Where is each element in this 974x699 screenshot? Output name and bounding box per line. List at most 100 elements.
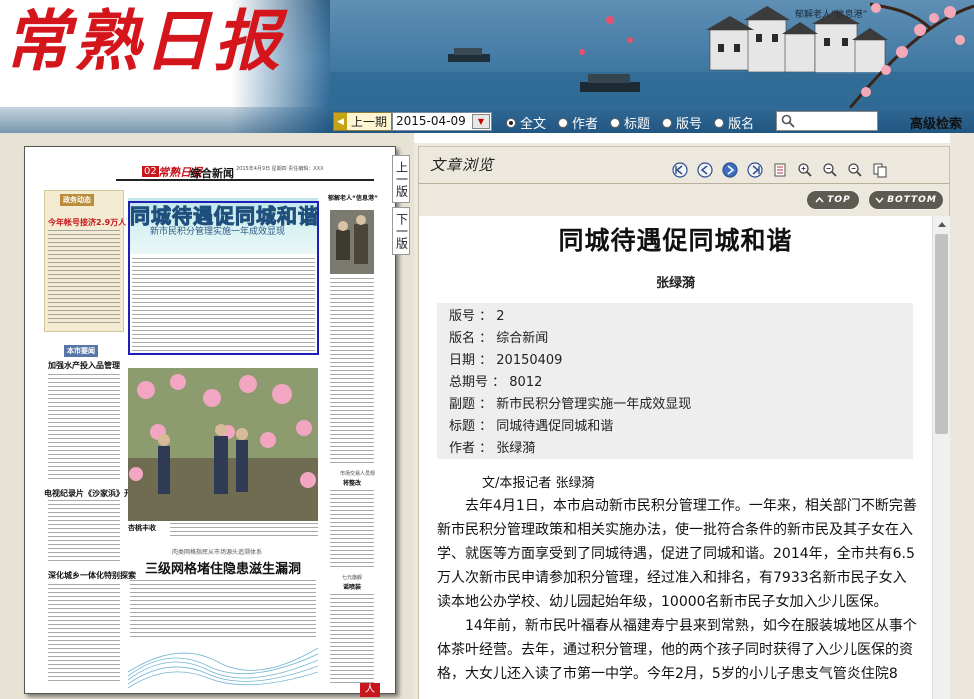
scroll-bottom-button[interactable]: BOTTOM bbox=[868, 190, 944, 210]
last-page-icon[interactable] bbox=[745, 160, 764, 179]
np-photo-blossom[interactable] bbox=[128, 368, 318, 521]
scroll-up-arrow-icon[interactable] bbox=[933, 216, 951, 232]
zoom-out-icon[interactable] bbox=[820, 160, 839, 179]
search-input[interactable] bbox=[776, 111, 878, 131]
np-text-block bbox=[48, 500, 120, 562]
np-left-headline-2[interactable]: 加强水产投入品管理 bbox=[48, 360, 120, 371]
meta-value: 综合新闻 bbox=[496, 331, 549, 346]
radio-label: 版名 bbox=[728, 117, 755, 132]
meta-row: 版号 ： 2 bbox=[449, 309, 505, 324]
article-scrollbar[interactable] bbox=[932, 216, 950, 699]
first-page-icon[interactable] bbox=[670, 160, 689, 179]
np-bottom-kicker: 肉类网格指挥从市场源头追溯体系 bbox=[172, 549, 263, 556]
meta-key: 标题 bbox=[449, 419, 476, 434]
radio-label: 标题 bbox=[624, 117, 651, 132]
radio-dot-icon bbox=[610, 117, 621, 128]
np-editors: 2015年4月9日 星期四 责任编辑：XXX bbox=[236, 166, 324, 172]
article-title: 同城待遇促同城和谐 bbox=[558, 226, 793, 255]
meta-row: 总期号 ： 8012 bbox=[449, 375, 543, 390]
np-bottom-headline[interactable]: 三级网格堵住隐患滋生漏洞 bbox=[145, 558, 301, 577]
article-paragraph: 去年4月1日，本市启动新市民积分管理工作。一年来，相关部门不断完善新市民积分管理… bbox=[437, 498, 917, 610]
chevron-down-icon bbox=[875, 197, 884, 203]
meta-value: 张绿漪 bbox=[496, 441, 536, 456]
meta-row: 作者 ： 张绿漪 bbox=[449, 441, 536, 456]
radio-dot-icon bbox=[558, 117, 569, 128]
meta-row: 标题 ： 同城待遇促同城和谐 bbox=[449, 419, 614, 434]
meta-row: 版名 ： 综合新闻 bbox=[449, 331, 549, 346]
article-author: 张绿漪 bbox=[655, 276, 695, 291]
np-left-headline-3[interactable]: 电视纪录片《沙家浜》开拍 bbox=[44, 488, 140, 499]
meta-key: 版名 bbox=[449, 331, 476, 346]
radio-dot-icon bbox=[714, 117, 725, 128]
banner-scenery bbox=[330, 0, 974, 110]
np-section-name: 综合新闻 bbox=[190, 167, 234, 180]
np-left-tag: 政务动态 bbox=[60, 194, 94, 206]
article-content: 同城待遇促同城和谐 张绿漪 版号 ： 2 版名 ： 综合新闻 日期 ： 2015… bbox=[419, 216, 932, 699]
radio-page-number[interactable]: 版号 bbox=[662, 113, 702, 132]
radio-dot-icon bbox=[662, 117, 673, 128]
app-root: 常熟日报 郁解老人“信息港” ◀ 上一期 2015-04-09 ▼ 全文 作者 … bbox=[0, 0, 974, 699]
np-text-block bbox=[170, 523, 318, 537]
selected-article-outline[interactable] bbox=[128, 201, 319, 355]
np-text-block bbox=[330, 490, 374, 570]
article-byline: 文/本报记者 张绿漪 bbox=[482, 476, 595, 491]
next-page-button[interactable]: 下一版 bbox=[392, 207, 410, 255]
viewer-divider bbox=[418, 183, 950, 184]
np-right-sub3[interactable]: 谣喷装 bbox=[343, 582, 361, 591]
np-wave-graphic bbox=[128, 647, 318, 689]
np-left-tag-2: 本市要闻 bbox=[64, 345, 98, 357]
np-right-photo bbox=[330, 210, 374, 274]
radio-author[interactable]: 作者 bbox=[558, 113, 598, 132]
scrollbar-thumb[interactable] bbox=[935, 234, 948, 434]
radio-fulltext[interactable]: 全文 bbox=[506, 113, 546, 132]
newspaper-logo[interactable]: 常熟日报 bbox=[4, 8, 284, 74]
np-right-sub[interactable]: 将整改 bbox=[343, 478, 361, 487]
np-text-block bbox=[48, 584, 120, 684]
np-right-heading[interactable]: 郁解老人“信息港” bbox=[328, 193, 378, 202]
copy-icon[interactable] bbox=[870, 160, 889, 179]
meta-value: 同城待遇促同城和谐 bbox=[496, 419, 614, 434]
meta-row: 副题 ： 新市民积分管理实施一年成效显现 bbox=[449, 397, 692, 412]
radio-label: 作者 bbox=[572, 117, 599, 132]
np-text-block bbox=[330, 594, 374, 684]
viewer-title: 文章浏览 bbox=[430, 156, 495, 174]
prev-period-button[interactable]: ◀ 上一期 bbox=[333, 112, 393, 131]
radio-title[interactable]: 标题 bbox=[610, 113, 650, 132]
search-scope-radios: 全文 作者 标题 版号 版名 bbox=[506, 113, 754, 132]
np-right-kicker: 市场交易人员规 bbox=[340, 471, 376, 477]
corner-tag[interactable]: 人 bbox=[360, 683, 380, 697]
calendar-dropdown-icon[interactable]: ▼ bbox=[472, 114, 490, 129]
np-page-number: 02 bbox=[142, 166, 159, 177]
next-icon[interactable] bbox=[720, 160, 739, 179]
meta-value: 2 bbox=[496, 309, 505, 324]
np-text-block bbox=[330, 278, 374, 464]
article-paragraph: 14年前，新市民叶福春从福建寿宁县来到常熟，如今在服装城地区从事个体茶叶经营。去… bbox=[437, 618, 917, 682]
viewer-toolbar bbox=[670, 160, 889, 179]
notes-icon[interactable] bbox=[770, 160, 789, 179]
chevron-up-icon bbox=[815, 197, 824, 203]
scroll-top-label: TOP bbox=[827, 195, 851, 205]
banner-tagline: 郁解老人“信息港” bbox=[795, 10, 868, 20]
meta-value: 8012 bbox=[509, 375, 543, 390]
radio-dot-icon bbox=[506, 117, 516, 128]
scroll-bottom-label: BOTTOM bbox=[887, 195, 937, 205]
advanced-search-link[interactable]: 高级检索 bbox=[910, 113, 962, 132]
date-value: 2015-04-09 bbox=[396, 114, 466, 128]
zoom-reset-icon[interactable] bbox=[845, 160, 864, 179]
scroll-top-button[interactable]: TOP bbox=[806, 190, 860, 210]
meta-value: 新市民积分管理实施一年成效显现 bbox=[496, 397, 692, 412]
prev-page-button[interactable]: 上一版 bbox=[392, 155, 410, 203]
radio-page-name[interactable]: 版名 bbox=[714, 113, 754, 132]
article-meta-box: 版号 ： 2 版名 ： 综合新闻 日期 ： 20150409 总期号 ： 801… bbox=[437, 303, 913, 459]
zoom-in-icon[interactable] bbox=[795, 160, 814, 179]
np-left-headline-1[interactable]: 今年帐号接济2.9万人 bbox=[48, 217, 126, 228]
prev-icon[interactable] bbox=[695, 160, 714, 179]
meta-key: 总期号 bbox=[449, 375, 489, 390]
meta-key: 日期 bbox=[449, 353, 476, 368]
search-icon[interactable] bbox=[781, 114, 795, 128]
date-select[interactable]: 2015-04-09 ▼ bbox=[392, 112, 492, 131]
meta-row: 日期 ： 20150409 bbox=[449, 353, 563, 368]
np-text-block bbox=[48, 230, 120, 326]
right-edge bbox=[950, 133, 974, 699]
np-left-headline-4[interactable]: 深化城乡一体化特别探索 bbox=[48, 570, 136, 581]
